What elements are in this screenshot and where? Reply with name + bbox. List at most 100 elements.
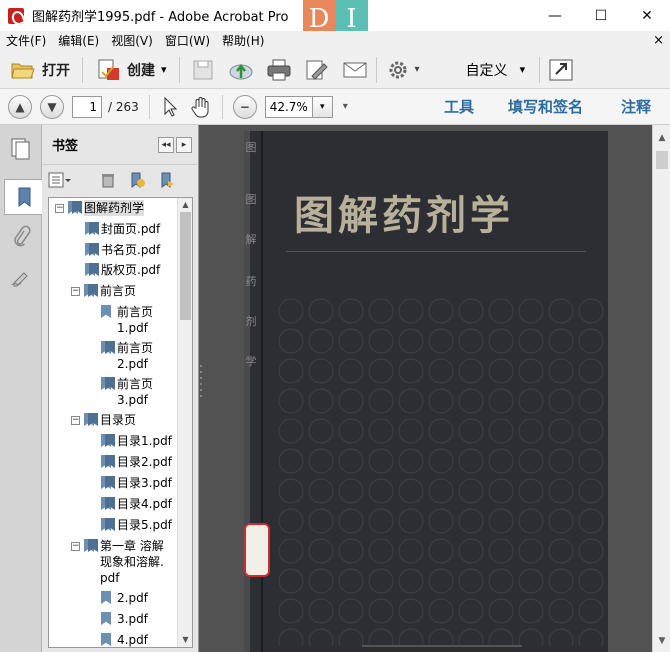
maximize-button[interactable]: ☐ — [578, 0, 624, 31]
save-icon[interactable] — [190, 58, 216, 82]
tree-item[interactable]: 目录2.pdf — [101, 454, 172, 470]
tree-item-label: 目录页 — [100, 413, 137, 427]
select-cursor-icon[interactable] — [162, 96, 180, 118]
tree-item-label: 目录2.pdf — [117, 455, 172, 469]
tree-item-root[interactable]: − 图解药剂学 — [55, 200, 145, 216]
bookmark-folder-icon — [84, 413, 96, 427]
delete-bookmark-icon[interactable] — [100, 172, 116, 188]
attachments-tab[interactable] — [4, 219, 38, 255]
customize-label: 自定义 — [465, 62, 508, 79]
paperclip-icon — [14, 225, 31, 247]
signatures-tab[interactable] — [4, 259, 38, 295]
customize-button[interactable]: 自定义 ▾ — [466, 60, 526, 80]
tree-item[interactable]: 目录5.pdf — [101, 517, 172, 533]
tree-item-label: 目录3.pdf — [117, 476, 172, 490]
hand-tool-icon[interactable] — [190, 96, 212, 118]
close-document-button[interactable]: × — [653, 31, 664, 51]
pdf-page[interactable]: 图 图 解 药 剂 学 图解药剂学 — [244, 131, 608, 652]
menu-bar: 文件(F) 编辑(E) 视图(V) 窗口(W) 帮助(H) × — [0, 31, 670, 51]
tree-item-label: 版权页.pdf — [101, 263, 161, 277]
bookmark-icon — [101, 305, 113, 319]
bookmarks-tab[interactable] — [4, 179, 42, 215]
tree-item[interactable]: 3.pdf — [101, 611, 148, 627]
scroll-up-icon[interactable]: ▲ — [653, 129, 670, 147]
menu-view[interactable]: 视图(V) — [105, 31, 159, 51]
menu-edit[interactable]: 编辑(E) — [52, 31, 105, 51]
tree-item-label: 目录5.pdf — [117, 518, 172, 532]
collapse-panel-button[interactable]: ◂◂ — [158, 137, 174, 153]
gear-dropdown-icon[interactable]: ▾ — [415, 64, 420, 75]
scroll-down-icon[interactable]: ▼ — [653, 632, 670, 650]
zoom-dropdown-icon[interactable]: ▾ — [312, 95, 333, 118]
scroll-thumb[interactable] — [180, 212, 191, 320]
signature-pen-icon — [11, 272, 28, 287]
spine-char: 解 — [245, 233, 257, 246]
tree-item[interactable]: 目录1.pdf — [101, 433, 172, 449]
gear-icon[interactable] — [385, 58, 411, 82]
minimize-button[interactable]: — — [532, 0, 578, 31]
spine-char: 学 — [245, 355, 257, 368]
edit-document-icon[interactable] — [304, 58, 330, 82]
tree-item[interactable]: 书名页.pdf — [85, 242, 160, 258]
tree-item[interactable]: 封面页.pdf — [85, 221, 160, 237]
tree-item-label: 书名页.pdf — [101, 243, 161, 257]
tree-item-folder[interactable]: − 目录页 — [71, 412, 136, 428]
tree-item[interactable]: 目录3.pdf — [101, 475, 172, 491]
collapse-toggle-icon[interactable]: − — [71, 416, 80, 425]
collapse-toggle-icon[interactable]: − — [71, 542, 80, 551]
bookmarks-title: 书签 — [52, 139, 79, 154]
menu-window[interactable]: 窗口(W) — [159, 31, 216, 51]
scroll-thumb[interactable] — [656, 151, 668, 169]
create-button[interactable]: 创建 ▾ — [91, 55, 171, 85]
tree-item[interactable]: 前言页 2.pdf — [101, 340, 153, 372]
menu-help[interactable]: 帮助(H) — [216, 31, 270, 51]
bookmark-properties-icon[interactable] — [158, 172, 176, 188]
menu-file[interactable]: 文件(F) — [0, 31, 52, 51]
bookmark-icon — [85, 243, 97, 257]
collapse-toggle-icon[interactable]: − — [55, 204, 64, 213]
close-button[interactable]: ✕ — [624, 0, 670, 31]
tree-item[interactable]: 4.pdf — [101, 632, 148, 647]
bookmark-icon — [18, 187, 30, 207]
expand-panel-button[interactable]: ▸ — [176, 137, 192, 153]
scroll-up-icon[interactable]: ▲ — [178, 198, 192, 212]
tree-item[interactable]: 2.pdf — [101, 590, 148, 606]
fill-sign-pane-link[interactable]: 填写和签名 — [508, 96, 583, 117]
tree-item-label: 目录4.pdf — [117, 497, 172, 511]
open-label: 打开 — [42, 62, 70, 79]
bookmark-folder-icon — [84, 539, 96, 553]
tree-item-label: 图解药剂学 — [84, 200, 145, 216]
fullscreen-icon[interactable] — [548, 58, 574, 82]
more-tools-icon[interactable]: ▾ — [343, 101, 348, 112]
bookmarks-scrollbar[interactable]: ▲ ▼ — [177, 198, 192, 647]
tree-item[interactable]: 目录4.pdf — [101, 496, 172, 512]
tree-item[interactable]: 前言页 1.pdf — [101, 304, 153, 336]
upload-cloud-icon[interactable] — [228, 58, 254, 82]
tree-item-folder[interactable]: − 前言页 — [71, 283, 136, 299]
comment-pane-link[interactable]: 注释 — [621, 96, 651, 117]
page-thumbnails-tab[interactable] — [4, 131, 38, 167]
new-bookmark-icon[interactable] — [128, 172, 146, 188]
tree-item-label: 目录1.pdf — [117, 434, 172, 448]
tree-item-folder[interactable]: − 第一章 溶解 现象和溶解. pdf — [71, 538, 164, 586]
bookmarks-toolbar — [42, 165, 198, 195]
spine-char: 图 — [245, 193, 257, 206]
document-scrollbar[interactable]: ▲ ▼ — [652, 125, 670, 652]
open-button[interactable]: 打开 — [6, 55, 74, 85]
panel-splitter-handle[interactable] — [199, 360, 203, 400]
scroll-down-icon[interactable]: ▼ — [178, 633, 192, 647]
collapse-toggle-icon[interactable]: − — [71, 287, 80, 296]
zoom-level-input[interactable]: 42.7% — [264, 95, 313, 118]
tree-item[interactable]: 版权页.pdf — [85, 262, 160, 278]
print-icon[interactable] — [266, 58, 292, 82]
tools-pane-link[interactable]: 工具 — [444, 96, 474, 117]
tree-item[interactable]: 前言页 3.pdf — [101, 376, 153, 408]
email-icon[interactable] — [342, 58, 368, 82]
tree-item-label: 第一章 溶解 现象和溶解. pdf — [100, 539, 164, 585]
next-page-icon[interactable]: ▼ — [40, 94, 64, 119]
previous-page-icon[interactable]: ▲ — [8, 94, 32, 119]
document-view[interactable]: 图 图 解 药 剂 学 图解药剂学 — [199, 125, 652, 652]
page-number-input[interactable]: 1 — [72, 95, 102, 118]
options-menu-icon[interactable] — [48, 172, 72, 188]
zoom-out-icon[interactable]: − — [232, 94, 257, 119]
